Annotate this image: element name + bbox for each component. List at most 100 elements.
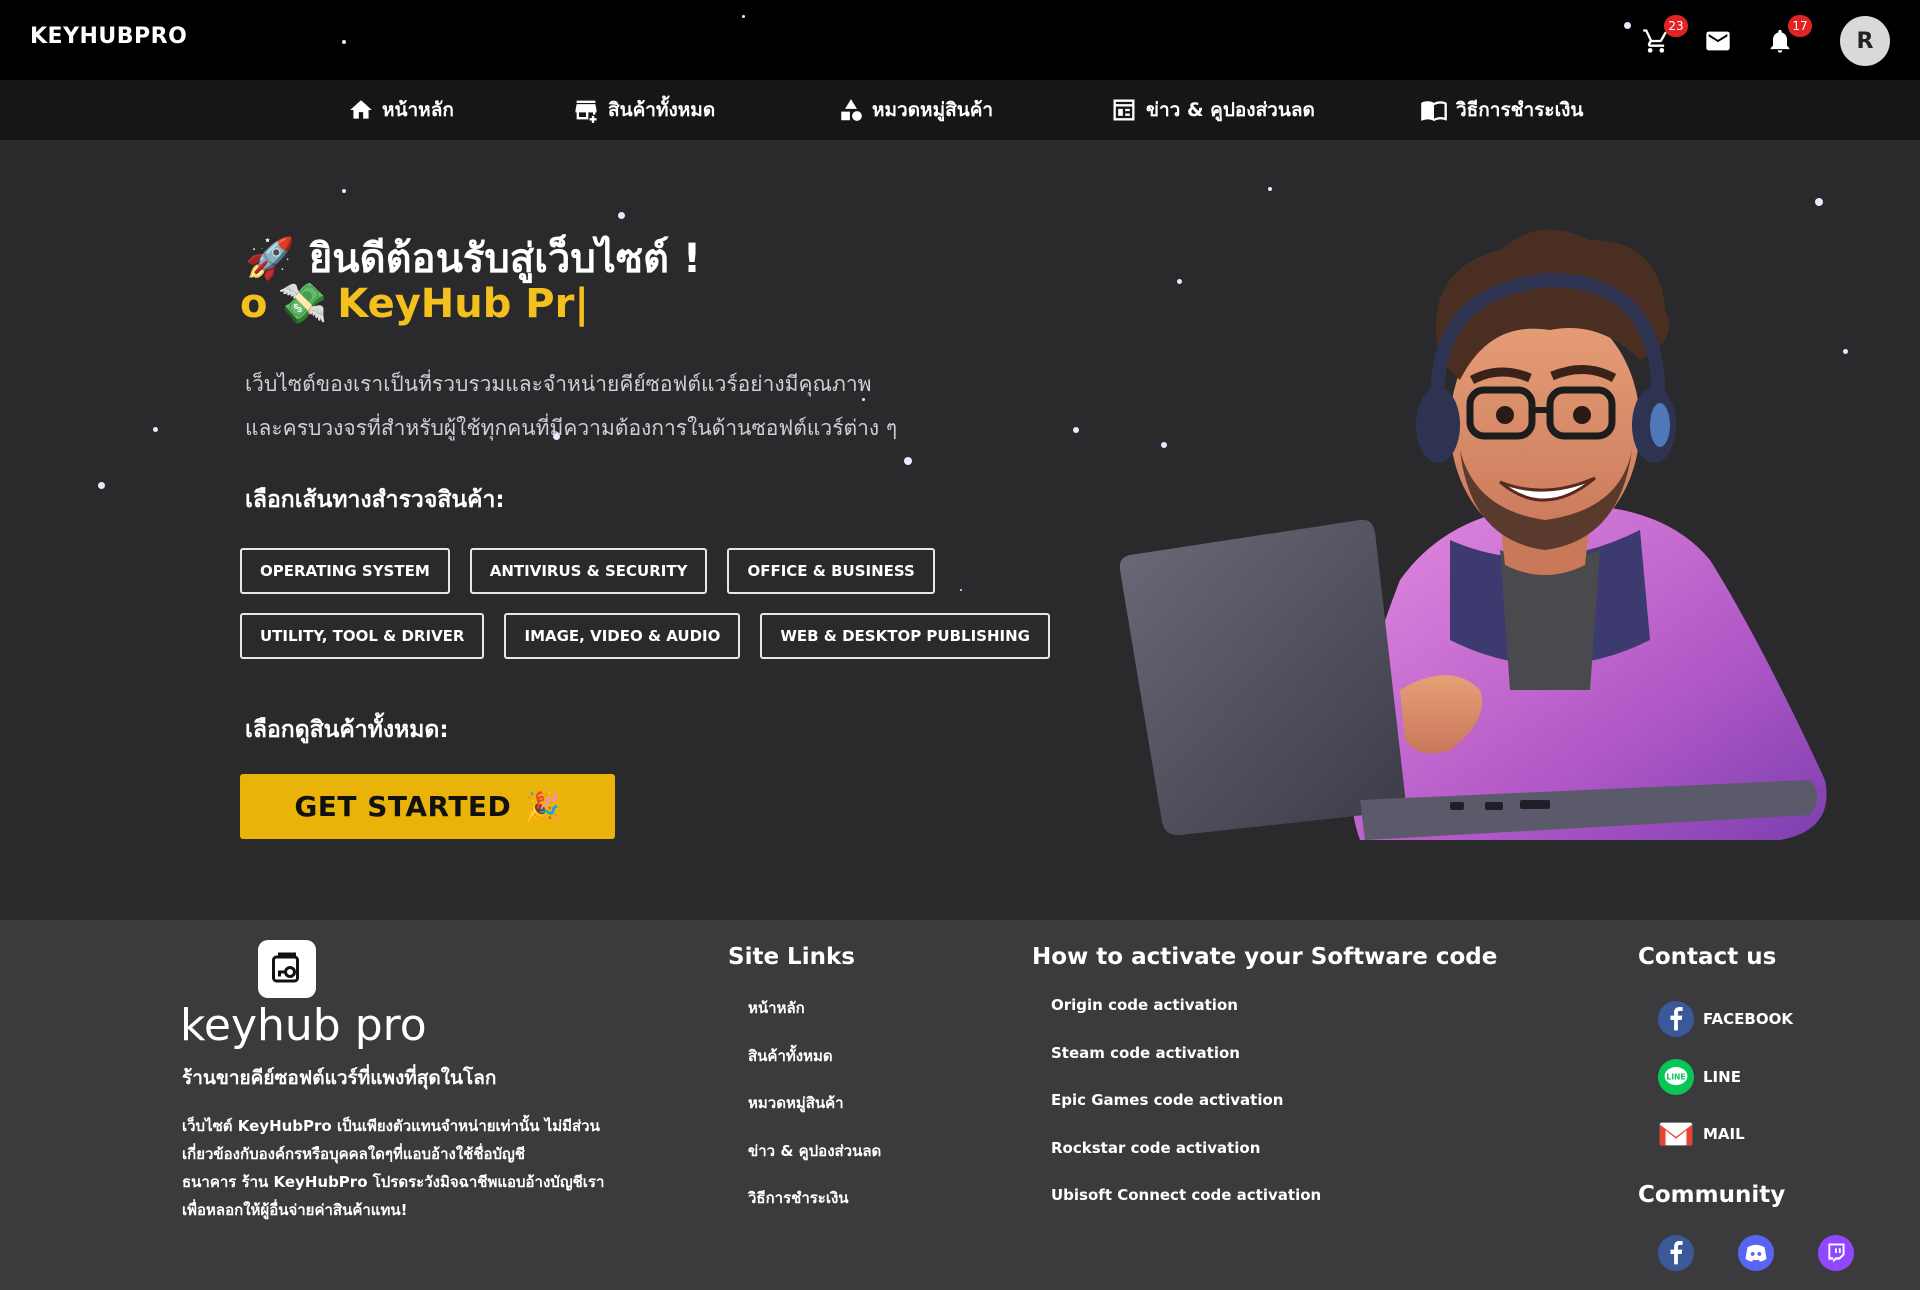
activation-link-rockstar[interactable]: Rockstar code activation [1051,1139,1260,1157]
star-decoration [618,212,625,219]
mail-icon [1706,31,1730,51]
category-icon [841,99,862,121]
star-decoration [153,427,158,432]
get-started-label: GET STARTED [294,790,512,823]
get-started-button[interactable]: GET STARTED 🎉 [240,774,615,839]
top-bar: KEYHUBPRO 23 17 R [0,0,1920,80]
footer-disclaimer-line: เว็บไซต์ KeyHubPro เป็นเพียงตัวแทนจำหน่า… [182,1117,600,1135]
activation-link-epic[interactable]: Epic Games code activation [1051,1091,1283,1109]
nav-item-categories[interactable]: หมวดหมู่สินค้า [838,95,993,125]
news-icon [1113,99,1135,121]
nav-item-news-coupons[interactable]: ข่าว & คูปองส่วนลด [1110,95,1315,125]
nav-item-label: หมวดหมู่สินค้า [872,99,994,121]
site-logo[interactable]: KEYHUBPRO [30,24,187,49]
page: KEYHUBPRO 23 17 R หน้าหลัก สินค้าทั้งหมด [0,0,1920,1290]
star-decoration [1843,349,1848,354]
star-decoration [342,40,346,44]
footer-disclaimer-line: ธนาคาร ร้าน KeyHubPro โปรดระวังมิจฉาชีพแ… [182,1173,605,1191]
svg-text:LINE: LINE [1666,1072,1685,1081]
star-decoration [904,457,912,465]
activation-link-origin[interactable]: Origin code activation [1051,996,1238,1014]
contact-heading: Contact us [1638,944,1777,970]
key-box-icon [272,952,299,983]
cart-count-badge: 23 [1664,15,1688,37]
contact-label: LINE [1703,1068,1741,1086]
category-row: UTILITY, TOOL & DRIVER IMAGE, VIDEO & AU… [240,613,1050,659]
footer-link-home[interactable]: หน้าหลัก [748,996,805,1020]
hero-description: เว็บไซต์ของเราเป็นที่รวบรวมและจำหน่ายคีย… [245,362,925,450]
nav-item-label: วิธีการชำระเงิน [1456,99,1584,121]
book-icon [1421,101,1447,122]
community-discord-button[interactable] [1737,1234,1775,1272]
hero-description-line: เว็บไซต์ของเราเป็นที่รวบรวมและจำหน่ายคีย… [245,372,872,396]
nav-item-label: สินค้าทั้งหมด [608,99,716,121]
community-twitch-button[interactable] [1817,1234,1855,1272]
typing-prefix: o [240,280,268,327]
category-button-utility-tool-driver[interactable]: UTILITY, TOOL & DRIVER [240,613,485,659]
activation-link-ubisoft[interactable]: Ubisoft Connect code activation [1051,1186,1321,1204]
footer-tagline: ร้านขายคีย์ซอฟต์แวร์ที่แพงที่สุดในโลก [182,1067,497,1089]
discord-icon [1737,1234,1775,1272]
category-row: OPERATING SYSTEM ANTIVIRUS & SECURITY OF… [240,548,935,594]
star-decoration [98,482,105,489]
hero-illustration [1120,229,1827,840]
top-actions: 23 17 R [1640,15,1890,66]
typing-text: o 💸 KeyHub Pr| [240,280,589,328]
footer-link-all-products[interactable]: สินค้าทั้งหมด [748,1044,833,1068]
notification-button[interactable]: 17 [1764,15,1812,57]
nav-item-all-products[interactable]: สินค้าทั้งหมด [572,95,715,125]
contact-facebook[interactable]: FACEBOOK [1657,1000,1793,1038]
home-icon [350,100,372,119]
main-nav: หน้าหลัก สินค้าทั้งหมด หมวดหมู่สินค้า ข่… [0,80,1920,140]
site-links-heading: Site Links [728,944,855,970]
store-icon [575,100,597,123]
nav-item-label: หน้าหลัก [382,99,454,121]
gmail-icon [1657,1115,1695,1153]
contact-label: MAIL [1703,1125,1745,1143]
facebook-icon [1657,1234,1695,1272]
line-icon: LINE [1657,1058,1695,1096]
nav-item-label: ข่าว & คูปองส่วนลด [1146,99,1315,121]
all-products-heading: เลือกดูสินค้าทั้งหมด: [245,717,449,743]
footer-link-categories[interactable]: หมวดหมู่สินค้า [748,1091,844,1115]
activate-heading: How to activate your Software code [1032,944,1498,970]
mail-button[interactable] [1702,25,1734,57]
cart-button[interactable]: 23 [1640,15,1688,57]
contact-mail[interactable]: MAIL [1657,1115,1745,1153]
footer-disclaimer-line: เกี่ยวข้องกับองค์กรหรือบุคคลใดๆที่แอบอ้า… [182,1145,525,1163]
star-decoration [1815,198,1823,206]
star-decoration [1073,427,1079,433]
rocket-icon: 🚀 [245,235,295,282]
twitch-icon [1817,1234,1855,1272]
star-decoration [1268,187,1272,191]
user-avatar[interactable]: R [1840,16,1890,66]
category-button-image-video-audio[interactable]: IMAGE, VIDEO & AUDIO [504,613,741,659]
footer-logo [258,940,316,998]
contact-line[interactable]: LINE LINE [1657,1058,1741,1096]
category-button-office-business[interactable]: OFFICE & BUSINESS [727,548,935,594]
footer-link-payment[interactable]: วิธีการชำระเงิน [748,1186,849,1210]
nav-item-home[interactable]: หน้าหลัก [348,95,454,125]
footer-link-news-coupons[interactable]: ข่าว & คูปองส่วนลด [748,1139,881,1163]
browse-heading: เลือกเส้นทางสำรวจสินค้า: [245,487,505,513]
footer-disclaimer-line: เพื่อหลอกให้ผู้อื่นจ่ายค่าสินค้าแทน! [182,1201,408,1219]
typing-main: KeyHub Pr| [337,280,589,327]
category-button-web-desktop-publishing[interactable]: WEB & DESKTOP PUBLISHING [760,613,1050,659]
contact-label: FACEBOOK [1703,1010,1793,1028]
party-icon: 🎉 [525,790,561,823]
star-decoration [1624,22,1631,29]
footer-disclaimer: เว็บไซต์ KeyHubPro เป็นเพียงตัวแทนจำหน่า… [182,1112,622,1224]
activation-link-steam[interactable]: Steam code activation [1051,1044,1240,1062]
community-facebook-button[interactable] [1657,1234,1695,1272]
facebook-icon [1657,1000,1695,1038]
hero-description-line: และครบวงจรที่สำหรับผู้ใช้ทุกคนที่มีความต… [245,416,898,440]
community-heading: Community [1638,1182,1786,1208]
star-decoration [960,589,962,591]
notification-count-badge: 17 [1788,15,1812,37]
footer-brand: keyhub pro [180,1000,427,1051]
money-icon: 💸 [277,281,328,327]
nav-item-payment[interactable]: วิธีการชำระเงิน [1420,95,1583,125]
category-button-operating-system[interactable]: OPERATING SYSTEM [240,548,450,594]
category-button-antivirus-security[interactable]: ANTIVIRUS & SECURITY [469,548,708,594]
star-decoration [342,189,346,193]
